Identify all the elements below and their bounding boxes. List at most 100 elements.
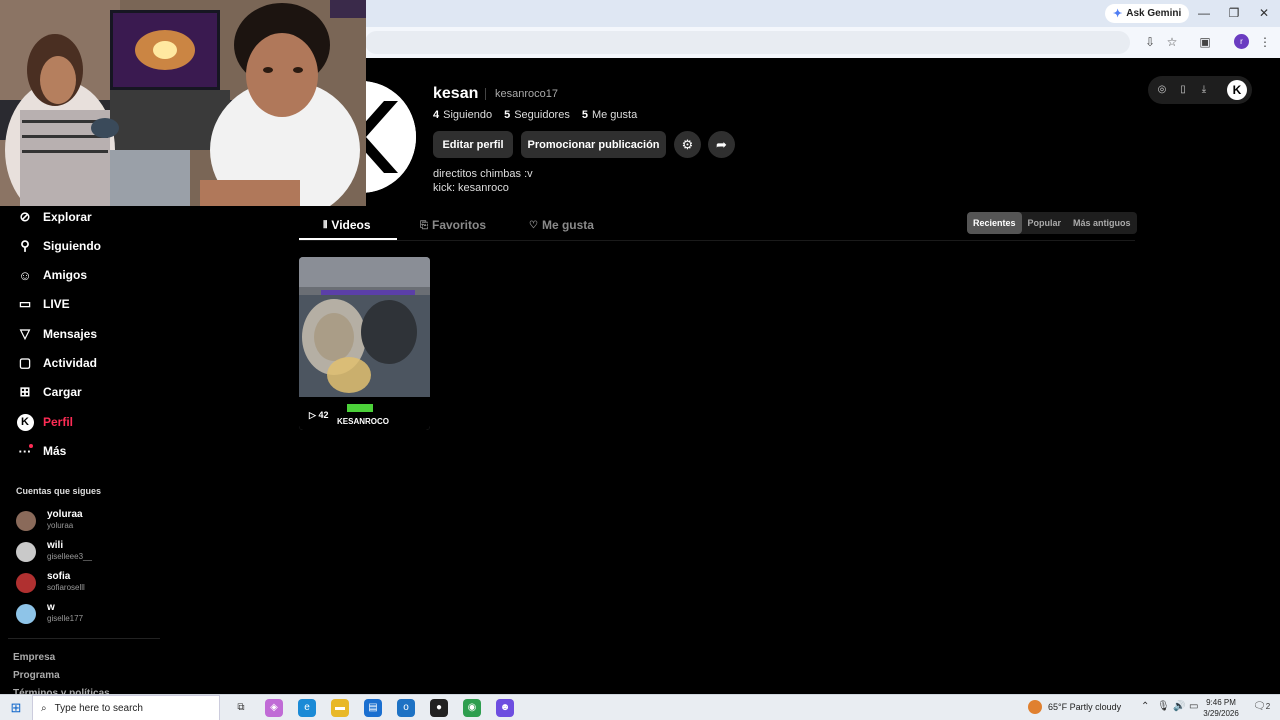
taskbar-search[interactable]: ⌕ Type here to search bbox=[32, 695, 220, 720]
user-follow-icon: ⚲ bbox=[20, 238, 30, 253]
live-tv-icon: ▭ bbox=[18, 296, 32, 311]
top-tools-pill: ◎ ▯ ⤓ K bbox=[1148, 76, 1252, 104]
side-panel-icon[interactable]: ▣ bbox=[1196, 33, 1214, 51]
ask-gemini-label: Ask Gemini bbox=[1126, 8, 1182, 19]
webcam-overlay bbox=[0, 0, 366, 206]
video-thumbnail[interactable]: KESANROCO bbox=[299, 257, 430, 430]
windows-start-icon[interactable]: ⊞ bbox=[7, 699, 25, 717]
likes-stat: 5 Me gusta bbox=[581, 109, 638, 121]
video-thumbnail-image: KESANROCO bbox=[299, 257, 430, 430]
more-dots-icon: ··· bbox=[18, 443, 33, 459]
footer-link-programa[interactable]: Programa bbox=[13, 670, 60, 681]
video-view-count: ▷ 42 bbox=[309, 410, 329, 420]
followed-account[interactable]: sofia sofiaroselll bbox=[16, 571, 156, 597]
weather-label[interactable]: 65°F Partly cloudy bbox=[1048, 702, 1121, 712]
address-bar[interactable] bbox=[365, 31, 1130, 54]
gemini-sparkle-icon: ✦ bbox=[1113, 8, 1123, 20]
outlook-icon[interactable]: o bbox=[397, 699, 415, 717]
tab-favoritos[interactable]: ⎘ Favoritos bbox=[420, 217, 486, 233]
friends-icon: ☺ bbox=[18, 267, 32, 283]
followed-account[interactable]: yoluraa yoluraa bbox=[16, 509, 156, 535]
followers-stat[interactable]: 5 Seguidores bbox=[504, 109, 570, 121]
account-name: wili bbox=[47, 540, 64, 551]
profile-handle: kesanroco17 bbox=[495, 88, 558, 100]
task-view-icon[interactable]: ⧉ bbox=[232, 699, 250, 717]
play-icon: ▷ bbox=[309, 410, 316, 420]
bookmark-star-icon[interactable]: ☆ bbox=[1163, 33, 1181, 51]
screen: ✦ Ask Gemini — ❐ ✕ ⇩ ☆ ▣ r ⋮ ⊘ Explorar … bbox=[0, 0, 1280, 720]
sidebar-item-perfil[interactable]: K Perfil bbox=[16, 412, 73, 432]
compass-icon: ⊘ bbox=[19, 209, 31, 224]
sidebar-item-explorar[interactable]: ⊘ Explorar bbox=[16, 207, 92, 227]
tab-videos[interactable]: ⦀ Videos bbox=[323, 217, 371, 233]
account-username: giselleee3__ bbox=[47, 552, 92, 561]
sidebar-item-label: Perfil bbox=[43, 415, 74, 429]
following-section-title: Cuentas que sigues bbox=[16, 486, 102, 496]
bio-line: directitos chimbas :v bbox=[433, 168, 533, 180]
copilot-icon[interactable]: ◈ bbox=[265, 699, 283, 717]
store-icon[interactable]: ▤ bbox=[364, 699, 382, 717]
following-stat[interactable]: 4 Siguiendo bbox=[433, 109, 492, 121]
download-icon[interactable]: ⤓ bbox=[1196, 82, 1212, 98]
heart-icon: ♡ bbox=[529, 219, 538, 231]
sidebar-item-amigos[interactable]: ☺ Amigos bbox=[16, 265, 87, 285]
close-icon[interactable]: ✕ bbox=[1254, 5, 1274, 21]
sort-toggle: Recientes Popular Más antiguos bbox=[967, 212, 1137, 234]
profile-stats: 4 Siguiendo 5 Seguidores 5 Me gusta bbox=[433, 109, 637, 121]
footer-link-empresa[interactable]: Empresa bbox=[13, 652, 55, 663]
sidebar-item-live[interactable]: ▭ LIVE bbox=[16, 294, 70, 314]
ask-gemini-button[interactable]: ✦ Ask Gemini bbox=[1105, 4, 1190, 23]
notification-dot bbox=[29, 444, 33, 448]
account-avatar[interactable]: K bbox=[1227, 80, 1247, 100]
edge-browser-icon[interactable]: e bbox=[298, 699, 316, 717]
settings-gear-icon[interactable]: ⚙ bbox=[674, 131, 701, 158]
promote-post-button[interactable]: Promocionar publicación bbox=[521, 131, 666, 158]
file-explorer-icon[interactable]: ▬ bbox=[331, 699, 349, 717]
browser-profile-avatar[interactable]: r bbox=[1234, 34, 1249, 49]
mobile-app-icon[interactable]: ▯ bbox=[1175, 82, 1191, 98]
search-placeholder: Type here to search bbox=[54, 702, 143, 714]
chrome-icon[interactable]: ◉ bbox=[463, 699, 481, 717]
sidebar-item-label: LIVE bbox=[43, 297, 70, 311]
windows-taskbar: ⊞ ⌕ Type here to search ⧉ ◈ e ▬ ▤ o ● ◉ … bbox=[0, 694, 1280, 720]
avatar bbox=[16, 511, 36, 531]
profile-k-icon: K bbox=[16, 413, 34, 431]
taskbar-clock[interactable]: 9:46 PM 3/29/2026 bbox=[1198, 697, 1244, 719]
sidebar-item-label: Cargar bbox=[43, 385, 82, 399]
sort-recientes[interactable]: Recientes bbox=[967, 212, 1022, 234]
avatar bbox=[16, 542, 36, 562]
tab-me-gusta[interactable]: ♡ Me gusta bbox=[529, 217, 594, 233]
sidebar-item-siguiendo[interactable]: ⚲ Siguiendo bbox=[16, 236, 101, 256]
coins-icon[interactable]: ◎ bbox=[1154, 82, 1170, 98]
restore-icon[interactable]: ❐ bbox=[1224, 5, 1244, 21]
sidebar-item-label: Actividad bbox=[43, 356, 98, 370]
avatar bbox=[16, 573, 36, 593]
upload-plus-icon: ⊞ bbox=[19, 384, 31, 399]
record-app-icon[interactable]: ● bbox=[430, 699, 448, 717]
followed-account[interactable]: w giselle177 bbox=[16, 602, 156, 628]
account-username: giselle177 bbox=[47, 614, 84, 623]
bookmark-icon: ⎘ bbox=[420, 219, 428, 231]
notification-center-icon[interactable]: 🗨2 bbox=[1253, 701, 1270, 712]
browser-menu-icon[interactable]: ⋮ bbox=[1256, 33, 1274, 51]
sidebar-item-mensajes[interactable]: ▽ Mensajes bbox=[16, 324, 97, 344]
sidebar-item-actividad[interactable]: ▢ Actividad bbox=[16, 353, 97, 373]
sidebar-item-label: Explorar bbox=[43, 210, 92, 224]
sidebar-item-mas[interactable]: ··· Más bbox=[16, 441, 67, 461]
edit-profile-button[interactable]: Editar perfil bbox=[433, 131, 513, 158]
volume-icon[interactable]: 🔊 bbox=[1173, 701, 1185, 712]
avatar bbox=[16, 604, 36, 624]
followed-account[interactable]: wili giselleee3__ bbox=[16, 540, 156, 566]
profile-name: kesan bbox=[433, 85, 479, 102]
sidebar-item-cargar[interactable]: ⊞ Cargar bbox=[16, 382, 82, 402]
sort-popular[interactable]: Popular bbox=[1022, 212, 1068, 234]
sort-mas-antiguos[interactable]: Más antiguos bbox=[1067, 212, 1137, 234]
sidebar-divider bbox=[8, 638, 160, 639]
minimize-icon[interactable]: — bbox=[1194, 5, 1214, 21]
account-username: yoluraa bbox=[47, 521, 74, 530]
discord-icon[interactable]: ☻ bbox=[496, 699, 514, 717]
microphone-icon[interactable]: 🎙 bbox=[1157, 701, 1170, 712]
tray-chevron-icon[interactable]: ⌃ bbox=[1141, 701, 1149, 712]
share-arrow-icon[interactable]: ➦ bbox=[708, 131, 735, 158]
install-app-icon[interactable]: ⇩ bbox=[1141, 33, 1159, 51]
